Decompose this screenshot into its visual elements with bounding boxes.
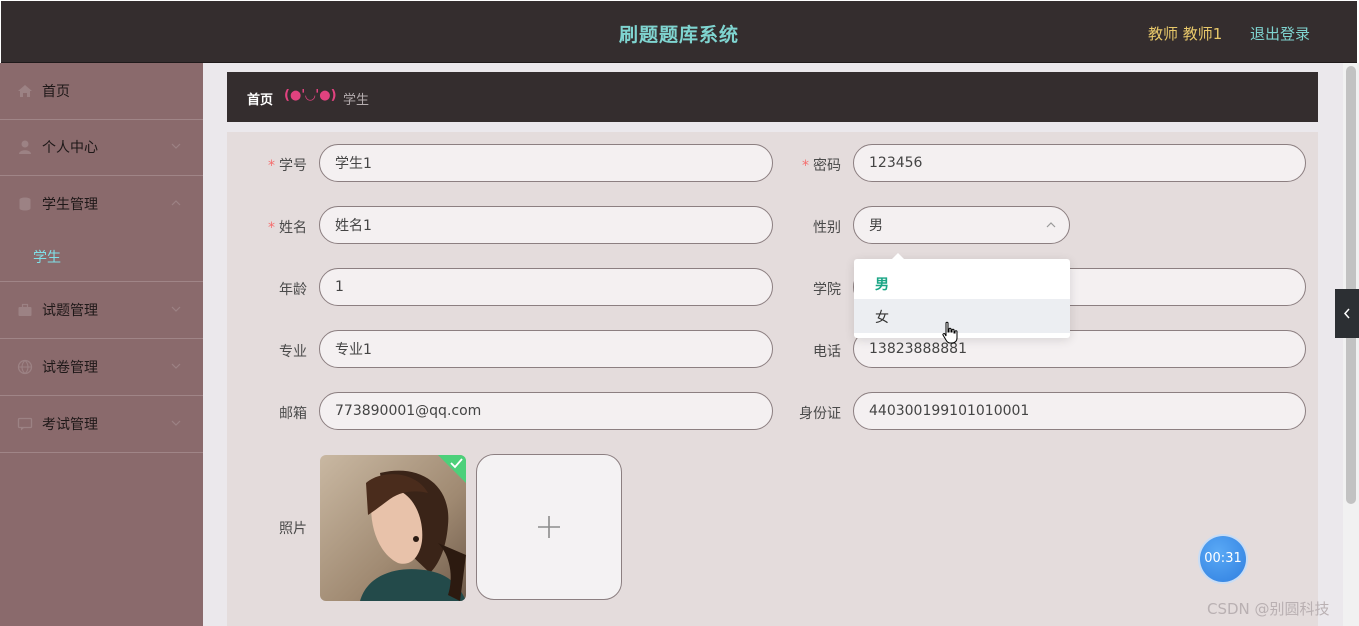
sidebar-item-home[interactable]: 首页 [0, 63, 203, 120]
add-photo-button[interactable] [476, 454, 622, 600]
age-label: 年龄 [279, 282, 307, 298]
gender-label: 性别 [813, 220, 841, 236]
sidebar-subitem-student[interactable]: 学生 [0, 231, 203, 282]
photo-label: 照片 [279, 521, 307, 537]
email-label: 邮箱 [279, 406, 307, 422]
database-icon [19, 197, 31, 211]
photo-thumbnail [320, 455, 466, 601]
breadcrumb-current: 学生 [343, 93, 370, 108]
gender-select-value[interactable] [853, 206, 1070, 244]
logout-link[interactable]: 退出登录 [1250, 23, 1310, 44]
chevron-up-icon [1046, 222, 1056, 228]
name-label: * 姓名 [268, 220, 307, 236]
email-input[interactable] [319, 392, 773, 430]
scrollbar-thumb[interactable] [1346, 66, 1356, 504]
sidebar-item-question-management[interactable]: 试题管理 [0, 282, 203, 339]
globe-icon [17, 359, 33, 375]
plus-icon [538, 516, 560, 538]
name-input[interactable] [319, 206, 773, 244]
password-input[interactable] [853, 144, 1306, 182]
top-bar: 刷题题库系统 教师 教师1 退出登录 [1, 1, 1357, 63]
timer-badge[interactable]: 00:31 [1200, 536, 1246, 582]
hand-cursor-icon [942, 321, 958, 344]
password-label: * 密码 [802, 158, 841, 174]
gender-select[interactable] [853, 206, 1070, 244]
gender-dropdown: 男 女 [854, 253, 1070, 338]
briefcase-icon [18, 303, 32, 316]
gender-option-female[interactable]: 女 [854, 299, 1070, 333]
sidebar-item-exam-management[interactable]: 考试管理 [0, 396, 203, 453]
chevron-down-icon [171, 420, 181, 426]
sidebar: 首页 个人中心 学生管理 学生 试题管理 试卷管理 考试管理 [0, 63, 203, 626]
id-card-input[interactable] [853, 392, 1306, 430]
sidebar-subitem-label: 学生 [33, 250, 61, 266]
chevron-up-icon [171, 200, 181, 206]
chevron-left-icon [1343, 308, 1350, 319]
home-icon [18, 85, 32, 97]
sidebar-item-paper-management[interactable]: 试卷管理 [0, 339, 203, 396]
student-id-input[interactable] [319, 144, 773, 182]
chat-icon [17, 417, 33, 431]
major-input[interactable] [319, 330, 773, 368]
id-card-label: 身份证 [799, 406, 841, 422]
college-label: 学院 [813, 282, 841, 298]
sidebar-item-student-management[interactable]: 学生管理 [0, 176, 203, 232]
sidebar-item-label: 首页 [42, 84, 70, 100]
major-label: 专业 [279, 344, 307, 360]
chevron-down-icon [171, 143, 181, 149]
chevron-down-icon [171, 306, 181, 312]
student-id-label: * 学号 [268, 158, 307, 174]
current-user: 教师 教师1 [1148, 25, 1223, 43]
uploaded-photo[interactable] [320, 455, 466, 601]
breadcrumb-separator: (●'◡'●) [284, 88, 337, 103]
sidebar-item-label: 学生管理 [42, 197, 98, 213]
panel-toggle-button[interactable] [1335, 289, 1359, 338]
sidebar-item-label: 试题管理 [42, 303, 98, 319]
sidebar-item-label: 考试管理 [42, 417, 98, 433]
sidebar-item-label: 个人中心 [42, 140, 98, 156]
chevron-down-icon [171, 363, 181, 369]
gender-option-male[interactable]: 男 [854, 266, 1070, 300]
watermark: CSDN @别圆科技 [1207, 600, 1330, 618]
breadcrumb-home[interactable]: 首页 [247, 89, 273, 108]
sidebar-item-label: 试卷管理 [42, 360, 98, 376]
user-icon [19, 140, 31, 154]
main-content: 首页 (●'◡'●) 学生 *学号 *密码 *姓名 性别 年龄 学院 专业 电话… [203, 63, 1343, 626]
breadcrumb: 首页 (●'◡'●) 学生 [227, 72, 1318, 122]
phone-label: 电话 [813, 344, 841, 360]
student-form: *学号 *密码 *姓名 性别 年龄 学院 专业 电话 邮箱 身份证 照片 [227, 132, 1318, 626]
sidebar-item-profile[interactable]: 个人中心 [0, 119, 203, 176]
age-input[interactable] [319, 268, 773, 306]
